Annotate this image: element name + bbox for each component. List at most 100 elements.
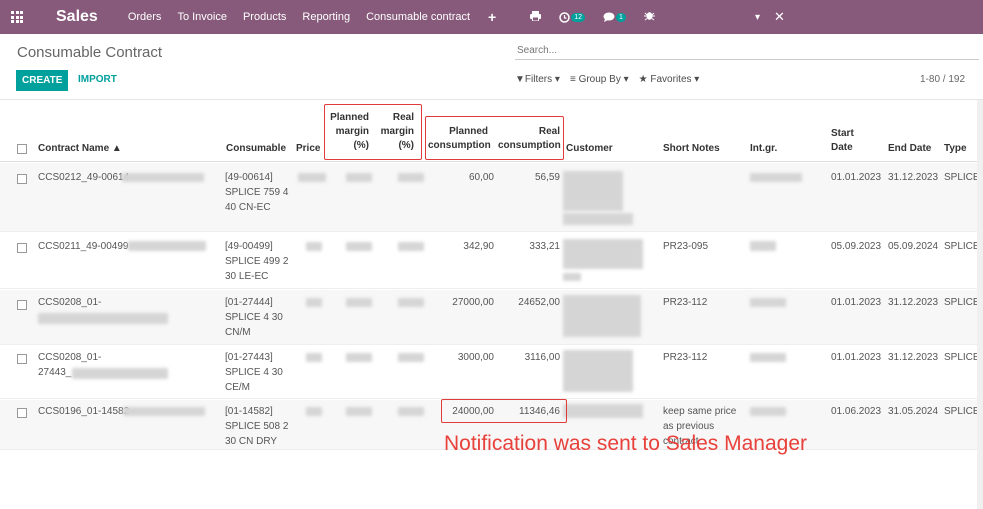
redacted-real-margin [398,353,424,362]
consumable-cell: [01-27443] SPLICE 4 30 CE/M [225,352,283,393]
filters-dropdown[interactable]: ▼Filters ▾ [515,74,560,85]
highlight-consumption-values [441,399,567,423]
col-end-date[interactable]: End Date [888,142,931,156]
redacted-price [306,407,322,416]
type: SPLICE [944,406,980,417]
import-button[interactable]: IMPORT [78,74,117,85]
caret-down-icon: ▾ [694,74,700,85]
real-consumption: 3116,00 [524,352,560,363]
message-count-badge: 1 [616,12,626,22]
app-brand[interactable]: Sales [56,8,98,26]
redacted-customer [563,404,643,418]
redacted-planned-margin [346,298,372,307]
end-date: 31.05.2024 [888,406,939,417]
col-int-gr[interactable]: Int.gr. [750,142,777,156]
highlight-margin-columns [324,104,422,160]
company-dropdown-icon[interactable]: ▾ [755,12,760,23]
short-notes: PR23-112 [663,352,708,363]
col-customer[interactable]: Customer [566,142,613,156]
contract-name: CCS0196_01-14582 [38,406,130,417]
row-checkbox[interactable] [17,243,27,253]
print-icon[interactable] [530,10,542,24]
top-navbar: Sales Orders To Invoice Products Reporti… [0,0,983,34]
menu-reporting[interactable]: Reporting [302,11,350,23]
start-date: 05.09.2023 [831,241,882,252]
menu-to-invoice[interactable]: To Invoice [177,11,227,23]
group-by-dropdown[interactable]: ≡ Group By ▾ [570,74,629,85]
redacted-price [306,353,322,362]
redacted-text [122,173,204,182]
plus-icon[interactable]: + [488,9,496,25]
row-checkbox[interactable] [17,300,27,310]
menu-orders[interactable]: Orders [128,11,162,23]
redacted-price [298,173,326,182]
redacted-customer [563,171,623,211]
end-date: 31.12.2023 [888,352,939,363]
start-date: 01.01.2023 [831,172,882,183]
table-row[interactable]: CCS0211_49-00499 [49-00499] SPLICE 499 23… [0,233,983,289]
redacted-planned-margin [346,173,372,182]
type: SPLICE [944,297,980,308]
select-all-checkbox[interactable] [17,144,27,154]
redacted-int-gr [750,173,802,182]
start-date: 01.01.2023 [831,297,882,308]
redacted-real-margin [398,242,424,251]
pager-value[interactable]: 1-80 / 192 [920,74,965,85]
redacted-planned-margin [346,353,372,362]
col-contract-name[interactable]: Contract Name ▲ [38,142,122,156]
planned-consumption: 342,90 [463,241,494,252]
filter-icon: ▼ [515,74,525,85]
row-checkbox[interactable] [17,354,27,364]
create-button[interactable]: CREATE [16,70,69,91]
redacted-customer [563,295,641,337]
redacted-price [306,298,322,307]
redacted-planned-margin [346,407,372,416]
apps-menu-icon[interactable] [0,0,34,34]
activity-clock-icon[interactable]: 12 [559,11,586,23]
search-input[interactable] [515,42,979,60]
row-checkbox[interactable] [17,174,27,184]
menu-products[interactable]: Products [243,11,286,23]
redacted-text [72,368,168,379]
menu-consumable-contract[interactable]: Consumable contract [366,11,470,23]
list-icon: ≡ [569,74,576,85]
star-icon: ★ [638,74,648,85]
table-row[interactable]: CCS0208_01- [01-27444] SPLICE 4 30 CN/M 27… [0,290,983,345]
table-row[interactable]: CCS0212_49-00614 [49-00614] SPLICE 759 44… [0,163,983,232]
col-type[interactable]: Type [944,142,967,156]
annotation-text: Notification was sent to Sales Manager [444,432,808,455]
col-short-notes[interactable]: Short Notes [663,142,720,156]
real-consumption: 56,59 [534,172,560,183]
type: SPLICE [944,352,980,363]
search-options: ▼Filters ▾ ≡ Group By ▾ ★ Favorites ▾ [515,74,699,85]
start-date: 01.01.2023 [831,352,882,363]
col-price[interactable]: Price [296,142,320,156]
consumable-cell: [49-00499] SPLICE 499 2 30 LE-EC [225,241,289,282]
redacted-int-gr [750,407,786,416]
redacted-int-gr [750,353,786,362]
contract-name: CCS0208_01- [38,297,102,308]
short-notes: PR23-112 [663,297,708,308]
messages-icon[interactable]: 1 [603,12,626,22]
favorites-dropdown[interactable]: ★ Favorites ▾ [639,74,700,85]
end-date: 31.12.2023 [888,297,939,308]
scrollbar[interactable] [977,100,983,509]
consumable-cell: [49-00614] SPLICE 759 4 40 CN-EC [225,172,289,213]
redacted-real-margin [398,298,424,307]
redacted-int-gr [750,241,776,251]
row-checkbox[interactable] [17,408,27,418]
table-row[interactable]: CCS0208_01- 27443_ [01-27443] SPLICE 4 30 C… [0,346,983,399]
redacted-real-margin [398,407,424,416]
planned-consumption: 60,00 [468,172,494,183]
col-start-date[interactable]: Start Date [831,127,854,155]
col-consumable[interactable]: Consumable [226,142,286,156]
redacted-planned-margin [346,242,372,251]
short-notes: PR23-095 [663,241,709,252]
redacted-price [306,242,322,251]
planned-consumption: 3000,00 [457,352,494,363]
redacted-int-gr [750,298,786,307]
close-icon[interactable]: ✕ [774,9,785,25]
redacted-text [38,313,168,324]
start-date: 01.06.2023 [831,406,882,417]
bug-icon[interactable] [643,10,655,24]
